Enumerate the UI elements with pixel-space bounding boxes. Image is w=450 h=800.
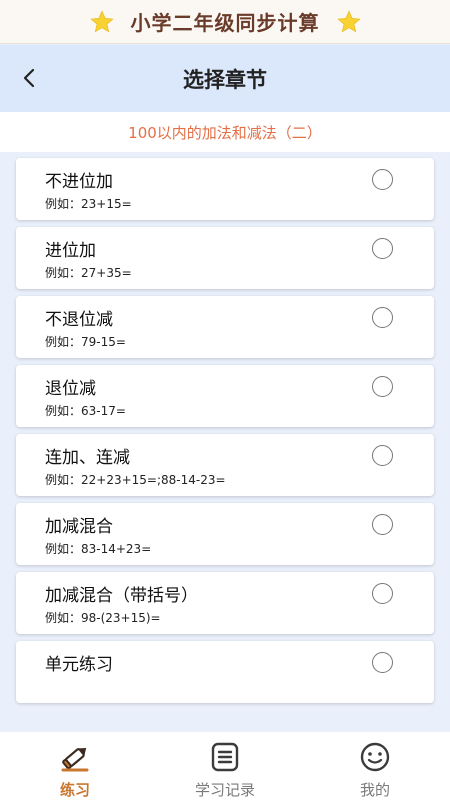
section-title: 连加、连减	[45, 448, 130, 468]
section-item-no-carry-add[interactable]: 不进位加 例如：23+15=	[16, 158, 434, 220]
section-radio[interactable]	[372, 652, 393, 673]
section-title: 单元练习	[45, 655, 113, 675]
list-icon	[211, 742, 239, 772]
pencil-icon	[61, 747, 89, 772]
section-title: 进位加	[45, 241, 96, 261]
app-title: 小学二年级同步计算	[130, 11, 320, 35]
section-radio[interactable]	[372, 376, 393, 397]
navbar: 选择章节	[0, 45, 450, 112]
section-item-unit-practice[interactable]: 单元练习	[16, 641, 434, 703]
app-header: 小学二年级同步计算	[0, 0, 450, 44]
section-title: 不进位加	[45, 172, 113, 192]
section-example: 例如：63-17=	[45, 404, 126, 418]
star-icon	[336, 9, 361, 32]
tab-label: 我的	[359, 781, 390, 799]
section-item-mixed[interactable]: 加减混合 例如：83-14+23=	[16, 503, 434, 565]
section-example: 例如：22+23+15=;88-14-23=	[45, 473, 226, 487]
section-example: 例如：83-14+23=	[45, 542, 152, 556]
section-item-chain-add-sub[interactable]: 连加、连减 例如：22+23+15=;88-14-23=	[16, 434, 434, 496]
section-title: 不退位减	[45, 310, 113, 330]
section-example: 例如：23+15=	[45, 197, 132, 211]
section-example: 例如：79-15=	[45, 335, 126, 349]
tab-bar: 练习 学习记录 我的	[0, 732, 450, 800]
smiley-icon	[360, 742, 390, 772]
chevron-left-icon	[23, 68, 35, 88]
section-title: 加减混合（带括号）	[45, 586, 198, 606]
section-item-carry-add[interactable]: 进位加 例如：27+35=	[16, 227, 434, 289]
chapter-title: 100以内的加法和减法（二）	[128, 123, 322, 142]
section-title: 加减混合	[45, 517, 113, 537]
section-radio[interactable]	[372, 169, 393, 190]
back-button[interactable]	[14, 63, 44, 93]
star-icon	[89, 9, 114, 32]
section-item-borrow-sub[interactable]: 退位减 例如：63-17=	[16, 365, 434, 427]
tab-label: 练习	[59, 781, 90, 799]
page-title: 选择章节	[183, 67, 267, 92]
tab-label: 学习记录	[194, 781, 255, 799]
tab-me[interactable]: 我的	[300, 732, 450, 800]
section-title: 退位减	[45, 379, 96, 399]
section-item-mixed-brackets[interactable]: 加减混合（带括号） 例如：98-(23+15)=	[16, 572, 434, 634]
section-radio[interactable]	[372, 307, 393, 328]
tab-practice[interactable]: 练习	[0, 732, 150, 800]
section-item-no-borrow-sub[interactable]: 不退位减 例如：79-15=	[16, 296, 434, 358]
section-radio[interactable]	[372, 583, 393, 604]
tab-study-record[interactable]: 学习记录	[150, 732, 300, 800]
section-radio[interactable]	[372, 238, 393, 259]
section-radio[interactable]	[372, 445, 393, 466]
section-example: 例如：98-(23+15)=	[45, 611, 161, 625]
section-example: 例如：27+35=	[45, 266, 132, 280]
section-radio[interactable]	[372, 514, 393, 535]
chapter-header: 100以内的加法和减法（二）	[0, 112, 450, 152]
